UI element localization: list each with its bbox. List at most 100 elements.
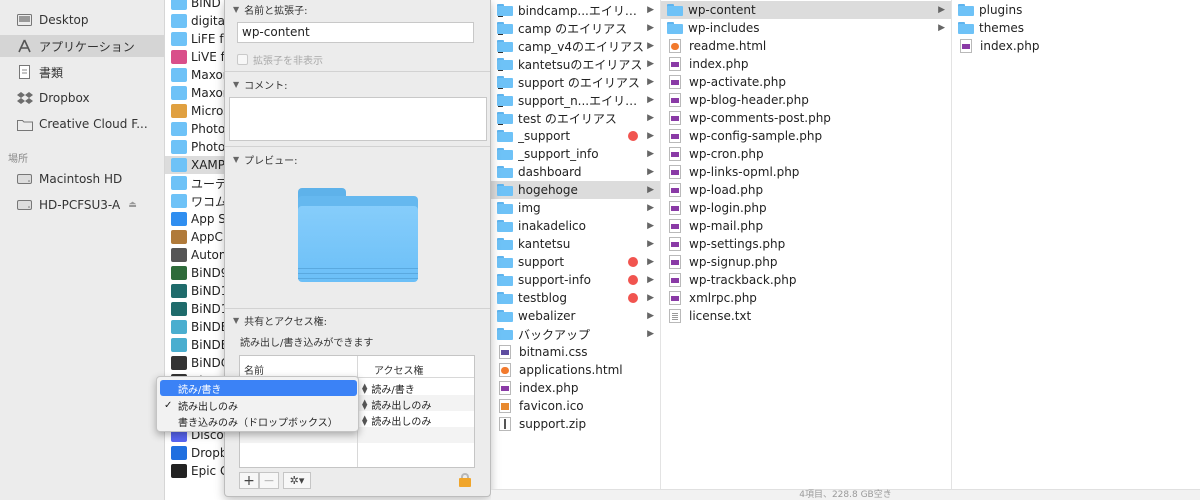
list-item[interactable]: test のエイリアス ▶ [491,109,660,127]
list-item[interactable]: wp-config-sample.php [661,127,951,145]
list-item[interactable]: license.txt [661,307,951,325]
list-item[interactable]: bindcamp...エイリアス ▶ [491,1,660,19]
list-item[interactable]: ユーテ [165,174,225,192]
list-item[interactable]: _support_info ▶ [491,145,660,163]
list-item[interactable]: webalizer ▶ [491,307,660,325]
disclosure-triangle-icon[interactable]: ▼ [233,316,239,325]
list-item[interactable]: Epic G [165,462,225,480]
list-item[interactable]: BiNDE [165,336,225,354]
list-item[interactable]: BiND [165,0,225,12]
list-item[interactable]: Photo [165,120,225,138]
column-header-access[interactable]: アクセス権 [374,362,424,377]
list-item[interactable]: App S [165,210,225,228]
column-header-name[interactable]: 名前 [244,362,264,377]
disclosure-triangle-icon[interactable]: ▼ [233,155,239,164]
list-item[interactable]: favicon.ico [491,397,660,415]
list-item[interactable]: wp-trackback.php [661,271,951,289]
menu-item-read-only[interactable]: ✓ 読み出しのみ [160,397,357,413]
list-item[interactable]: wp-links-opml.php [661,163,951,181]
list-item[interactable]: BiND1 [165,282,225,300]
list-item[interactable]: wp-load.php [661,181,951,199]
list-item[interactable]: BiNDE [165,318,225,336]
list-item[interactable]: support-info ▶ [491,271,660,289]
list-item[interactable]: wp-comments-post.php [661,109,951,127]
list-item[interactable]: wp-settings.php [661,235,951,253]
list-item[interactable]: kantetsu ▶ [491,235,660,253]
comment-field[interactable] [229,97,487,141]
name-field[interactable]: wp-content [237,22,474,43]
sidebar-item-dropbox[interactable]: Dropbox [0,87,164,109]
list-item[interactable]: digital [165,12,225,30]
preview-section-header[interactable]: ▼ プレビュー: [233,152,298,167]
list-item[interactable]: kantetsuのエイリアス ▶ [491,55,660,73]
sidebar-item-desktop[interactable]: Desktop [0,9,164,31]
list-item[interactable]: themes [952,19,1200,37]
sidebar-item-macintosh-hd[interactable]: Macintosh HD [0,168,164,190]
access-popup[interactable]: ▲ ▼ 読み/書き [362,381,415,396]
list-item[interactable]: wp-blog-header.php [661,91,951,109]
list-item[interactable]: wp-signup.php [661,253,951,271]
list-item[interactable]: camp_v4のエイリアス ▶ [491,37,660,55]
list-item[interactable]: Maxon [165,66,225,84]
list-item[interactable]: wp-content ▶ [661,1,951,19]
list-item[interactable]: wp-mail.php [661,217,951,235]
list-item[interactable]: LiVE f [165,48,225,66]
list-item[interactable]: _support ▶ [491,127,660,145]
list-item[interactable]: バックアップ ▶ [491,325,660,343]
list-item[interactable]: applications.html [491,361,660,379]
list-item[interactable]: camp のエイリアス ▶ [491,19,660,37]
sidebar-item-hd-pcfsu3[interactable]: HD-PCFSU3-A ⏏ [0,194,164,216]
list-item[interactable]: dashboard ▶ [491,163,660,181]
list-item[interactable]: BiND1 [165,300,225,318]
list-item[interactable]: wp-activate.php [661,73,951,91]
list-item[interactable]: BiNDC [165,354,225,372]
menu-item-read-write[interactable]: 読み/書き [160,380,357,396]
gear-menu-button[interactable]: ✲▾ [283,472,311,489]
disclosure-triangle-icon[interactable]: ▼ [233,80,239,89]
list-item[interactable]: testblog ▶ [491,289,660,307]
list-item[interactable]: index.php [491,379,660,397]
list-item[interactable]: readme.html [661,37,951,55]
list-item[interactable]: xmlrpc.php [661,289,951,307]
eject-icon[interactable]: ⏏ [128,200,137,210]
sidebar-item-creative-cloud[interactable]: Creative Cloud F... [0,113,164,135]
list-item[interactable]: Maxon [165,84,225,102]
list-item[interactable]: ワコム [165,192,225,210]
disclosure-triangle-icon[interactable]: ▼ [233,5,239,14]
list-item[interactable]: plugins [952,1,1200,19]
name-section-header[interactable]: ▼ 名前と拡張子: [233,2,308,17]
menu-item-write-only[interactable]: 書き込みのみ（ドロップボックス） [160,413,357,429]
list-item[interactable]: wp-includes ▶ [661,19,951,37]
list-item[interactable]: hogehoge ▶ [491,181,660,199]
item-label: kantetsu [518,237,571,251]
list-item[interactable]: wp-cron.php [661,145,951,163]
list-item[interactable]: XAMP [165,156,225,174]
list-item[interactable]: support ▶ [491,253,660,271]
list-item[interactable]: Autom [165,246,225,264]
list-item[interactable]: index.php [952,37,1200,55]
list-item[interactable]: Micros [165,102,225,120]
list-item[interactable]: index.php [661,55,951,73]
comment-section-header[interactable]: ▼ コメント: [233,77,288,92]
list-item[interactable]: inakadelico ▶ [491,217,660,235]
remove-user-button[interactable]: − [259,472,279,489]
list-item[interactable]: img ▶ [491,199,660,217]
list-item[interactable]: BiND9 [165,264,225,282]
access-popup[interactable]: ▲ ▼ 読み出しのみ [362,413,431,428]
list-item[interactable]: AppCl [165,228,225,246]
sharing-section-header[interactable]: ▼ 共有とアクセス権: [233,313,327,328]
list-item[interactable]: wp-login.php [661,199,951,217]
list-item[interactable]: support.zip [491,415,660,433]
list-item[interactable]: Photo [165,138,225,156]
list-item[interactable]: LiFE f [165,30,225,48]
list-item[interactable]: support_n...エイリアス ▶ [491,91,660,109]
add-user-button[interactable]: + [239,472,259,489]
lock-icon[interactable] [459,473,471,487]
list-item[interactable]: bitnami.css [491,343,660,361]
sidebar-item-applications[interactable]: アプリケーション [0,35,164,57]
list-item[interactable]: Dropb [165,444,225,462]
sidebar-item-documents[interactable]: 書類 [0,61,164,83]
access-popup[interactable]: ▲ ▼ 読み出しのみ [362,397,431,412]
list-item[interactable]: support のエイリアス ▶ [491,73,660,91]
hide-extension-checkbox[interactable]: 拡張子を非表示 [237,52,323,67]
